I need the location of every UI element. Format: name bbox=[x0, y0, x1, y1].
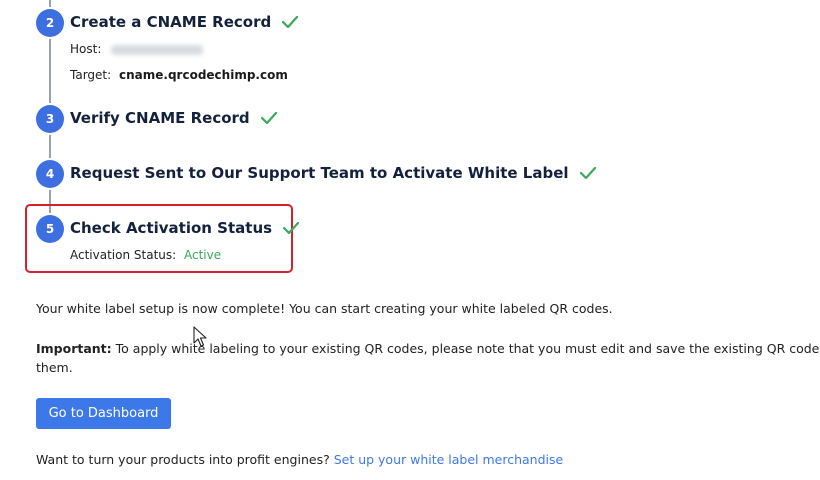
step-title: Create a CNAME Record bbox=[70, 13, 299, 31]
step-number-badge: 4 bbox=[36, 160, 64, 188]
completion-message: Your white label setup is now complete! … bbox=[36, 301, 613, 316]
step-number-badge: 2 bbox=[36, 9, 64, 37]
step-number-badge: 3 bbox=[36, 105, 64, 133]
step-title: Check Activation Status bbox=[70, 219, 300, 237]
important-label: Important: bbox=[36, 341, 112, 356]
host-label: Host: bbox=[70, 42, 102, 56]
activation-status-label: Activation Status: bbox=[70, 248, 177, 262]
host-row: Host: bbox=[70, 42, 204, 56]
check-icon bbox=[260, 111, 278, 125]
activation-status-value: Active bbox=[184, 248, 222, 262]
step-title-text: Check Activation Status bbox=[70, 219, 273, 237]
host-value-redacted bbox=[111, 44, 204, 55]
important-note-continued: them. bbox=[36, 360, 73, 375]
important-text: To apply white labeling to your existing… bbox=[111, 341, 820, 356]
check-icon bbox=[281, 15, 299, 29]
highlight-box bbox=[25, 204, 293, 273]
activation-status-row: Activation Status: Active bbox=[70, 248, 221, 262]
go-to-dashboard-button[interactable]: Go to Dashboard bbox=[36, 398, 171, 429]
step-title-text: Request Sent to Our Support Team to Acti… bbox=[70, 164, 569, 182]
mouse-pointer-icon bbox=[193, 326, 207, 352]
target-value: cname.qrcodechimp.com bbox=[119, 68, 288, 82]
step-title-text: Create a CNAME Record bbox=[70, 13, 272, 31]
check-icon bbox=[282, 221, 300, 235]
step-number-badge: 5 bbox=[36, 215, 64, 243]
merch-link[interactable]: Set up your white label merchandise bbox=[334, 452, 564, 467]
merch-promo: Want to turn your products into profit e… bbox=[36, 452, 563, 467]
step-title-text: Verify CNAME Record bbox=[70, 109, 250, 127]
target-row: Target: cname.qrcodechimp.com bbox=[70, 68, 288, 82]
step-title: Request Sent to Our Support Team to Acti… bbox=[70, 164, 597, 182]
check-icon bbox=[579, 166, 597, 180]
important-note: Important: To apply white labeling to yo… bbox=[36, 341, 820, 356]
target-label: Target: bbox=[70, 68, 112, 82]
merch-text: Want to turn your products into profit e… bbox=[36, 452, 330, 467]
step-title: Verify CNAME Record bbox=[70, 109, 278, 127]
